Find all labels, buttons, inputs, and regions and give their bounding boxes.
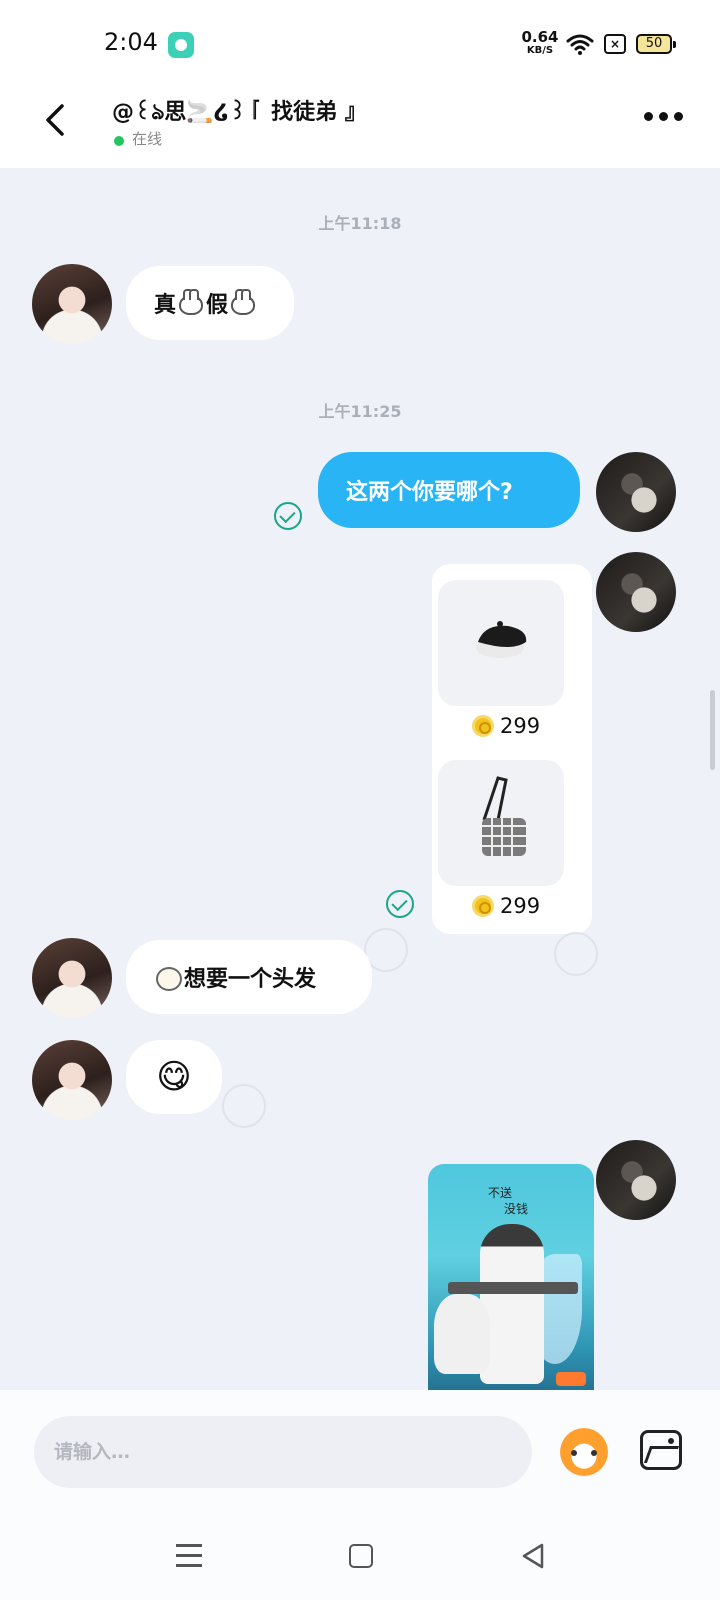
back-icon[interactable] [40,100,70,140]
bunny-emoji-icon [179,289,204,315]
image-picker-icon[interactable] [640,1430,682,1470]
contact-avatar[interactable] [32,1040,112,1120]
message-text: 假 [206,293,229,318]
contact-name[interactable]: @꒰ঌ思🚬໒꒱『 找徒弟 』 [112,94,367,132]
message-input[interactable] [34,1416,532,1488]
online-status-dot [114,136,124,146]
status-bar: 2:04 0.64 KB/S × 50 [0,0,720,88]
status-time: 2:04 [104,28,158,56]
shared-game-screenshot[interactable]: 不送 没钱 [428,1164,594,1390]
network-speed-unit: KB/S [526,45,554,56]
message-bubble-incoming[interactable]: 真 假 [126,266,294,340]
product-image[interactable] [438,580,564,706]
coin-icon [472,895,494,917]
message-timestamp: 上午11:18 [318,214,402,233]
game-screenshot-text: 没钱 [504,1202,529,1216]
message-bubble-outgoing[interactable]: 这两个你要哪个? [318,452,580,528]
game-screenshot-text: 不送 [488,1186,513,1200]
online-status-label: 在线 [132,130,163,148]
baby-emoji-icon [156,967,182,991]
app-notification-icon [168,32,194,58]
loading-ring-icon [554,932,598,976]
contact-avatar[interactable] [32,264,112,344]
input-bar [0,1390,720,1516]
plaid-bag-icon [482,776,526,856]
game-weapon [448,1282,578,1294]
game-pet [434,1294,490,1374]
my-avatar[interactable] [596,1140,676,1220]
my-avatar[interactable] [596,452,676,532]
product-price: 299 [472,894,540,918]
read-receipt-icon [386,890,414,918]
product-image[interactable] [438,760,564,886]
read-receipt-icon [274,502,302,530]
home-icon[interactable] [349,1544,373,1568]
network-speed: 0.64 KB/S [520,30,560,56]
more-icon[interactable] [644,112,684,124]
battery-icon: 50 [636,34,676,54]
message-bubble-incoming[interactable]: 想要一个头发 [126,940,372,1014]
product-price: 299 [472,714,540,738]
message-text: 想要一个头发 [184,967,317,992]
message-text: 真 [154,293,177,318]
wifi-icon [566,34,594,55]
my-avatar[interactable] [596,552,676,632]
mascot-sticker-icon[interactable] [556,1426,612,1478]
network-speed-value: 0.64 [521,28,559,46]
message-text: 这两个你要哪个? [346,480,513,505]
sim-icon: × [604,34,626,54]
loading-ring-icon [222,1084,266,1128]
price-value: 299 [500,894,541,918]
game-button [556,1372,586,1386]
price-value: 299 [500,714,541,738]
chat-messages[interactable]: 上午11:18 真 假 上午11:25 这两个你要哪个? 299 299 想要一… [0,168,720,1390]
coin-icon [472,715,494,737]
system-nav-bar [0,1516,720,1600]
chat-header: @꒰ঌ思🚬໒꒱『 找徒弟 』 在线 [0,88,720,168]
message-timestamp: 上午11:25 [318,402,402,421]
product-share-card[interactable]: 299 299 [432,564,592,934]
beret-hat-icon [476,621,527,658]
message-bubble-incoming[interactable]: 😋 [126,1040,222,1114]
menu-icon[interactable] [176,1544,202,1568]
contact-avatar[interactable] [32,938,112,1018]
yum-emoji: 😋 [156,1057,192,1097]
back-triangle-icon[interactable] [520,1542,546,1570]
bunny-emoji-icon [231,289,256,315]
scrollbar[interactable] [710,690,715,770]
